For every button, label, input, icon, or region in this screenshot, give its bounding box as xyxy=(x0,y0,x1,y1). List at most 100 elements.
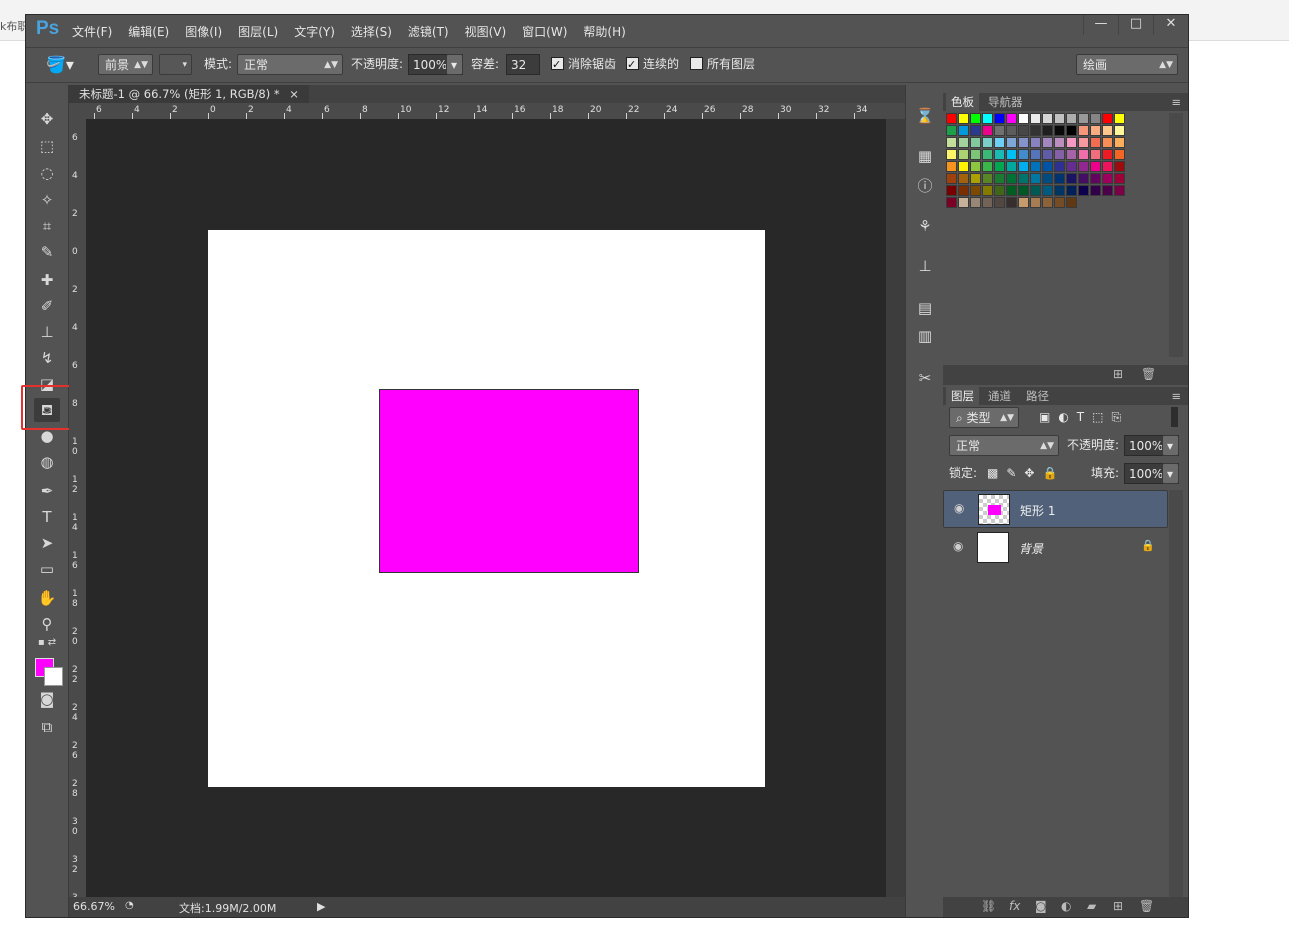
color-swatch[interactable] xyxy=(1042,173,1053,184)
paint-bucket-tool-preset-icon[interactable]: 🪣▾ xyxy=(46,54,74,75)
color-swatch[interactable] xyxy=(958,197,969,208)
menu-item-8[interactable]: 窗口(W) xyxy=(522,23,567,40)
color-swatch[interactable] xyxy=(1102,149,1113,160)
color-swatch[interactable] xyxy=(1054,173,1065,184)
color-swatch[interactable] xyxy=(1018,113,1029,124)
color-swatch[interactable] xyxy=(994,125,1005,136)
color-swatch[interactable] xyxy=(1054,113,1065,124)
color-swatch[interactable] xyxy=(970,161,981,172)
color-swatch[interactable] xyxy=(1066,161,1077,172)
color-swatch[interactable] xyxy=(1042,125,1053,136)
swatches-scrollbar[interactable] xyxy=(1169,113,1183,357)
color-swatch[interactable] xyxy=(1066,113,1077,124)
menu-item-2[interactable]: 图像(I) xyxy=(185,23,222,40)
panel-menu-icon[interactable]: ≡ xyxy=(1166,93,1186,111)
color-swatch[interactable] xyxy=(982,149,993,160)
color-swatch[interactable] xyxy=(1030,185,1041,196)
fill-dropdown[interactable]: ▾ xyxy=(1162,463,1179,484)
color-swatch[interactable] xyxy=(994,113,1005,124)
color-swatch[interactable] xyxy=(1006,137,1017,148)
color-swatch[interactable] xyxy=(1042,197,1053,208)
color-swatch[interactable] xyxy=(1066,149,1077,160)
canvas-vertical-scrollbar[interactable] xyxy=(886,119,905,897)
link-layers-icon[interactable]: ⛓ xyxy=(981,899,996,913)
color-swatch[interactable] xyxy=(982,185,993,196)
color-swatch[interactable] xyxy=(1006,173,1017,184)
color-swatch[interactable] xyxy=(994,197,1005,208)
paragraph-panel-icon[interactable]: ▥ xyxy=(912,323,938,349)
color-swatch[interactable] xyxy=(982,161,993,172)
adjustment-layer-icon[interactable]: ◐ xyxy=(1061,899,1071,913)
menu-item-9[interactable]: 帮助(H) xyxy=(583,23,625,40)
color-swatch[interactable] xyxy=(970,185,981,196)
color-swatch[interactable] xyxy=(970,197,981,208)
color-swatch[interactable] xyxy=(946,137,957,148)
color-swatch[interactable] xyxy=(1006,113,1017,124)
color-swatch[interactable] xyxy=(958,173,969,184)
layer-name[interactable]: 矩形 1 xyxy=(1020,502,1055,519)
contiguous-checkbox[interactable]: 连续的 xyxy=(626,54,679,75)
fx-icon[interactable]: fx xyxy=(1009,899,1020,913)
layer-row-background[interactable]: ◉ 背景 🔒 xyxy=(943,529,1168,567)
color-swatch[interactable] xyxy=(1090,149,1101,160)
visibility-eye-icon[interactable]: ◉ xyxy=(954,501,964,515)
menu-item-5[interactable]: 选择(S) xyxy=(351,23,392,40)
all-layers-checkbox[interactable]: 所有图层 xyxy=(690,54,755,75)
color-swatch[interactable] xyxy=(1018,137,1029,148)
history-panel-icon[interactable]: ⌛ xyxy=(912,103,938,129)
color-swatch[interactable] xyxy=(1090,185,1101,196)
color-swatch[interactable] xyxy=(1006,161,1017,172)
workspace-select[interactable]: 绘画 ▲▼ xyxy=(1076,54,1178,75)
color-swatch[interactable] xyxy=(994,161,1005,172)
zoom-level[interactable]: 66.67% xyxy=(73,900,115,913)
maximize-button[interactable]: □ xyxy=(1118,15,1153,35)
color-swatch[interactable] xyxy=(946,185,957,196)
tab-swatches[interactable]: 色板 xyxy=(946,93,979,111)
color-swatch[interactable] xyxy=(1018,173,1029,184)
clone-source-panel-icon[interactable]: ⊥ xyxy=(912,253,938,279)
color-swatch[interactable] xyxy=(1114,149,1125,160)
color-swatch[interactable] xyxy=(1090,137,1101,148)
color-swatch[interactable] xyxy=(1018,197,1029,208)
color-swatch[interactable] xyxy=(970,125,981,136)
color-swatch[interactable] xyxy=(1078,161,1089,172)
color-swatch[interactable] xyxy=(1066,185,1077,196)
hand-tool-icon[interactable]: ✋ xyxy=(34,586,60,610)
layer-filter-select[interactable]: ⌕ 类型 ▲▼ xyxy=(949,407,1019,428)
color-swatch[interactable] xyxy=(1054,125,1065,136)
new-group-icon[interactable]: ▰ xyxy=(1087,899,1096,913)
move-tool-icon[interactable]: ✥ xyxy=(34,107,60,131)
color-swatch[interactable] xyxy=(1030,197,1041,208)
color-swatch[interactable] xyxy=(1114,137,1125,148)
color-swatch[interactable] xyxy=(1030,173,1041,184)
close-window-button[interactable]: ✕ xyxy=(1153,15,1188,35)
color-swatch[interactable] xyxy=(970,113,981,124)
color-swatch[interactable] xyxy=(1054,197,1065,208)
color-swatch[interactable] xyxy=(1090,161,1101,172)
screen-mode-icon[interactable]: ⧉ xyxy=(34,715,60,739)
canvas-area[interactable] xyxy=(86,119,886,897)
color-swatch[interactable] xyxy=(1006,197,1017,208)
tolerance-input[interactable]: 32 xyxy=(506,54,540,75)
color-swatch[interactable] xyxy=(1102,137,1113,148)
status-menu-arrow-icon[interactable]: ▶ xyxy=(317,900,325,913)
color-swatch[interactable] xyxy=(1102,113,1113,124)
color-swatch[interactable] xyxy=(1054,185,1065,196)
info-panel-icon[interactable]: ⓘ xyxy=(912,173,938,199)
layers-panel-menu-icon[interactable]: ≡ xyxy=(1166,387,1186,405)
color-swatch[interactable] xyxy=(994,173,1005,184)
color-swatch[interactable] xyxy=(946,113,957,124)
color-swatch[interactable] xyxy=(1030,161,1041,172)
color-swatch[interactable] xyxy=(1066,125,1077,136)
color-swatch[interactable] xyxy=(1018,149,1029,160)
history-brush-tool-icon[interactable]: ↯ xyxy=(34,346,60,370)
color-swatch[interactable] xyxy=(1078,137,1089,148)
lasso-tool-icon[interactable]: ◌ xyxy=(34,161,60,185)
color-swatch[interactable] xyxy=(958,161,969,172)
document-tab[interactable]: 未标题-1 @ 66.7% (矩形 1, RGB/8) * × xyxy=(69,85,309,103)
color-swatch[interactable] xyxy=(1006,185,1017,196)
eyedropper-tool-icon[interactable]: ✎ xyxy=(34,240,60,264)
zoom-tool-icon[interactable]: ⚲ xyxy=(34,612,60,636)
color-swatch[interactable] xyxy=(958,113,969,124)
color-swatch[interactable] xyxy=(1102,125,1113,136)
